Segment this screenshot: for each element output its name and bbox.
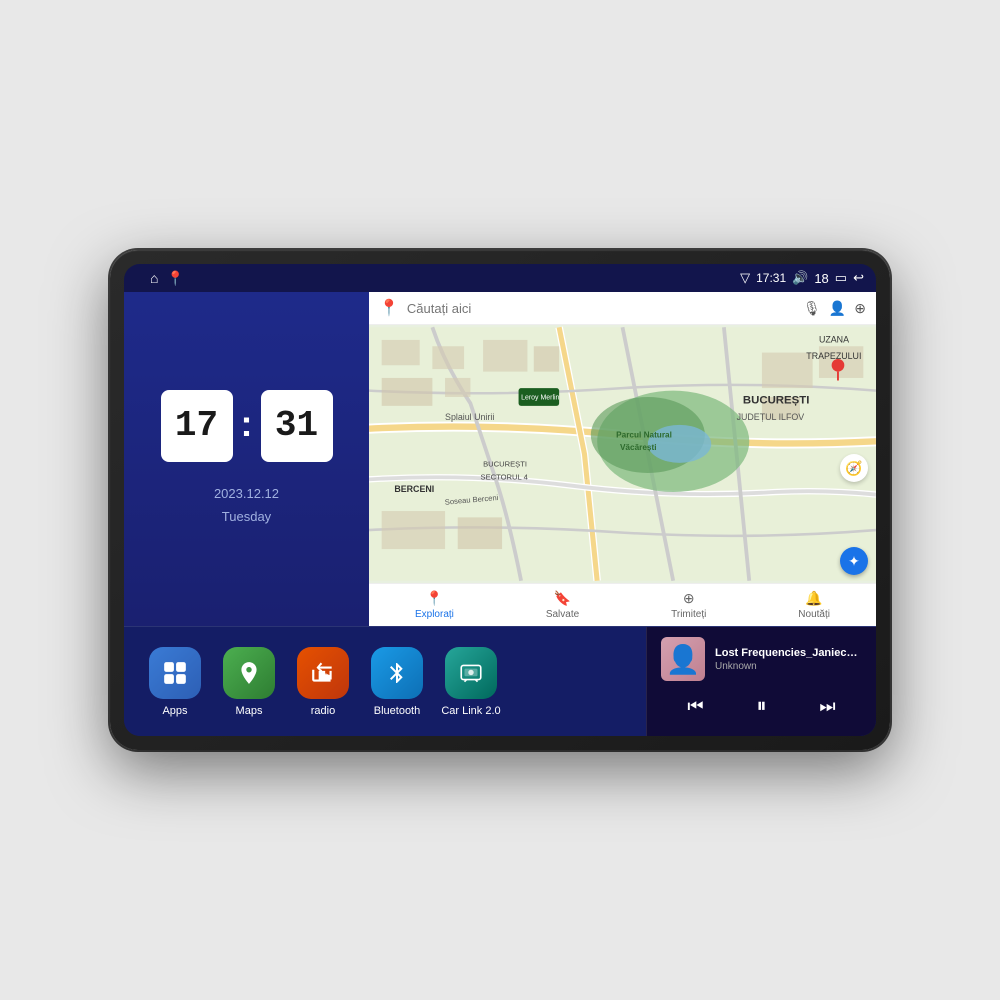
- svg-text:BUCUREȘTI: BUCUREȘTI: [743, 394, 809, 406]
- music-artist: Unknown: [715, 661, 862, 672]
- clock-display: 17 : 31: [161, 390, 333, 462]
- account-icon[interactable]: 👤: [829, 300, 846, 317]
- music-title: Lost Frequencies_Janieck Devy-...: [715, 647, 862, 659]
- app-item-radio[interactable]: FM radio: [288, 647, 358, 717]
- radio-label: radio: [311, 705, 335, 717]
- back-icon[interactable]: ↩: [853, 270, 864, 286]
- maps-shortcut-icon[interactable]: 📍: [166, 270, 183, 287]
- signal-icon: ▽: [740, 270, 750, 286]
- apps-label: Apps: [162, 705, 187, 717]
- svg-text:FM: FM: [319, 673, 327, 679]
- date-info: 2023.12.12 Tuesday: [214, 482, 279, 529]
- svg-text:Parcul Natural: Parcul Natural: [616, 431, 672, 440]
- news-icon: 🔔: [805, 590, 822, 607]
- clock-day: Tuesday: [214, 505, 279, 528]
- google-maps-logo: 📍: [379, 298, 399, 318]
- news-label: Noutăți: [798, 609, 830, 620]
- music-controls: ⏮ ⏸ ⏭: [661, 691, 862, 722]
- music-info-row: 👤 Lost Frequencies_Janieck Devy-... Unkn…: [661, 637, 862, 681]
- carlink-label: Car Link 2.0: [441, 705, 500, 717]
- app-item-bluetooth[interactable]: Bluetooth: [362, 647, 432, 717]
- music-prev-button[interactable]: ⏮: [679, 692, 711, 721]
- map-location-button[interactable]: ✦: [840, 547, 868, 575]
- map-compass-button[interactable]: 🧭: [840, 454, 868, 482]
- main-content: 17 : 31 2023.12.12 Tuesday 📍: [124, 292, 876, 626]
- map-area[interactable]: Splaiul Unirii Soseau Berceni BUCUREȘTI …: [369, 325, 876, 583]
- bottom-section: Apps Maps: [124, 626, 876, 736]
- clock-colon: :: [241, 403, 253, 445]
- music-player: 👤 Lost Frequencies_Janieck Devy-... Unkn…: [646, 627, 876, 736]
- svg-text:Leroy Merlin: Leroy Merlin: [521, 394, 559, 401]
- maps-label: Maps: [236, 705, 263, 717]
- svg-text:Văcărești: Văcărești: [620, 443, 657, 452]
- volume-icon[interactable]: 🔊: [792, 270, 808, 286]
- radio-icon-bg: FM: [297, 647, 349, 699]
- svg-text:JUDEȚUL ILFOV: JUDEȚUL ILFOV: [737, 412, 805, 422]
- music-thumbnail: 👤: [661, 637, 705, 681]
- home-icon[interactable]: ⌂: [150, 270, 158, 286]
- clock-date: 2023.12.12: [214, 482, 279, 505]
- clock-minutes: 31: [261, 390, 333, 462]
- status-bar: ⌂ 📍 ▽ 17:31 🔊 18 ▭ ↩: [124, 264, 876, 292]
- battery-level: 18: [814, 271, 828, 286]
- svg-text:UZANA: UZANA: [819, 334, 849, 344]
- status-left-icons: ⌂ 📍: [150, 270, 184, 287]
- app-item-carlink[interactable]: Car Link 2.0: [436, 647, 506, 717]
- map-tab-news[interactable]: 🔔 Noutăți: [798, 590, 830, 620]
- screen: ⌂ 📍 ▽ 17:31 🔊 18 ▭ ↩ 17 :: [124, 264, 876, 736]
- maps-icon: [223, 647, 275, 699]
- bluetooth-icon-bg: [371, 647, 423, 699]
- map-svg: Splaiul Unirii Soseau Berceni BUCUREȘTI …: [369, 325, 876, 583]
- map-search-input[interactable]: [407, 301, 795, 316]
- device-wrapper: ⌂ 📍 ▽ 17:31 🔊 18 ▭ ↩ 17 :: [110, 250, 890, 750]
- music-play-button[interactable]: ⏸: [748, 691, 774, 722]
- svg-text:Splaiul Unirii: Splaiul Unirii: [445, 412, 494, 422]
- saved-icon: 🔖: [554, 590, 571, 607]
- map-bottom-tabs: 📍 Explorați 🔖 Salvate ⊕ Trimiteți 🔔: [369, 583, 876, 626]
- saved-label: Salvate: [546, 609, 579, 620]
- status-time: 17:31: [756, 271, 786, 285]
- svg-text:TRAPEZULUI: TRAPEZULUI: [806, 351, 861, 361]
- apps-icon: [149, 647, 201, 699]
- map-search-bar: 📍 🎙 👤 ⊕: [369, 292, 876, 325]
- mic-icon[interactable]: 🎙: [803, 300, 821, 317]
- carlink-icon-bg: [445, 647, 497, 699]
- battery-icon: ▭: [835, 270, 847, 286]
- svg-text:BERCENI: BERCENI: [394, 484, 434, 494]
- map-tab-send[interactable]: ⊕ Trimiteți: [671, 590, 706, 620]
- svg-text:BUCUREȘTI: BUCUREȘTI: [483, 460, 527, 469]
- apps-grid: Apps Maps: [124, 627, 646, 736]
- explore-label: Explorați: [415, 609, 454, 620]
- send-label: Trimiteți: [671, 609, 706, 620]
- map-tab-saved[interactable]: 🔖 Salvate: [546, 590, 579, 620]
- send-icon: ⊕: [683, 590, 695, 607]
- map-search-icons: 🎙 👤 ⊕: [803, 300, 866, 317]
- device-shell: ⌂ 📍 ▽ 17:31 🔊 18 ▭ ↩ 17 :: [110, 250, 890, 750]
- svg-text:SECTORUL 4: SECTORUL 4: [481, 472, 528, 481]
- clock-panel: 17 : 31 2023.12.12 Tuesday: [124, 292, 369, 626]
- map-panel[interactable]: 📍 🎙 👤 ⊕: [369, 292, 876, 626]
- status-right-icons: ▽ 17:31 🔊 18 ▭ ↩: [740, 270, 864, 286]
- music-metadata: Lost Frequencies_Janieck Devy-... Unknow…: [715, 647, 862, 672]
- layers-icon[interactable]: ⊕: [854, 300, 866, 317]
- app-item-maps[interactable]: Maps: [214, 647, 284, 717]
- bluetooth-label: Bluetooth: [374, 705, 420, 717]
- app-item-apps[interactable]: Apps: [140, 647, 210, 717]
- clock-hours: 17: [161, 390, 233, 462]
- map-tab-explore[interactable]: 📍 Explorați: [415, 590, 454, 620]
- music-next-button[interactable]: ⏭: [811, 692, 843, 721]
- explore-icon: 📍: [426, 590, 443, 607]
